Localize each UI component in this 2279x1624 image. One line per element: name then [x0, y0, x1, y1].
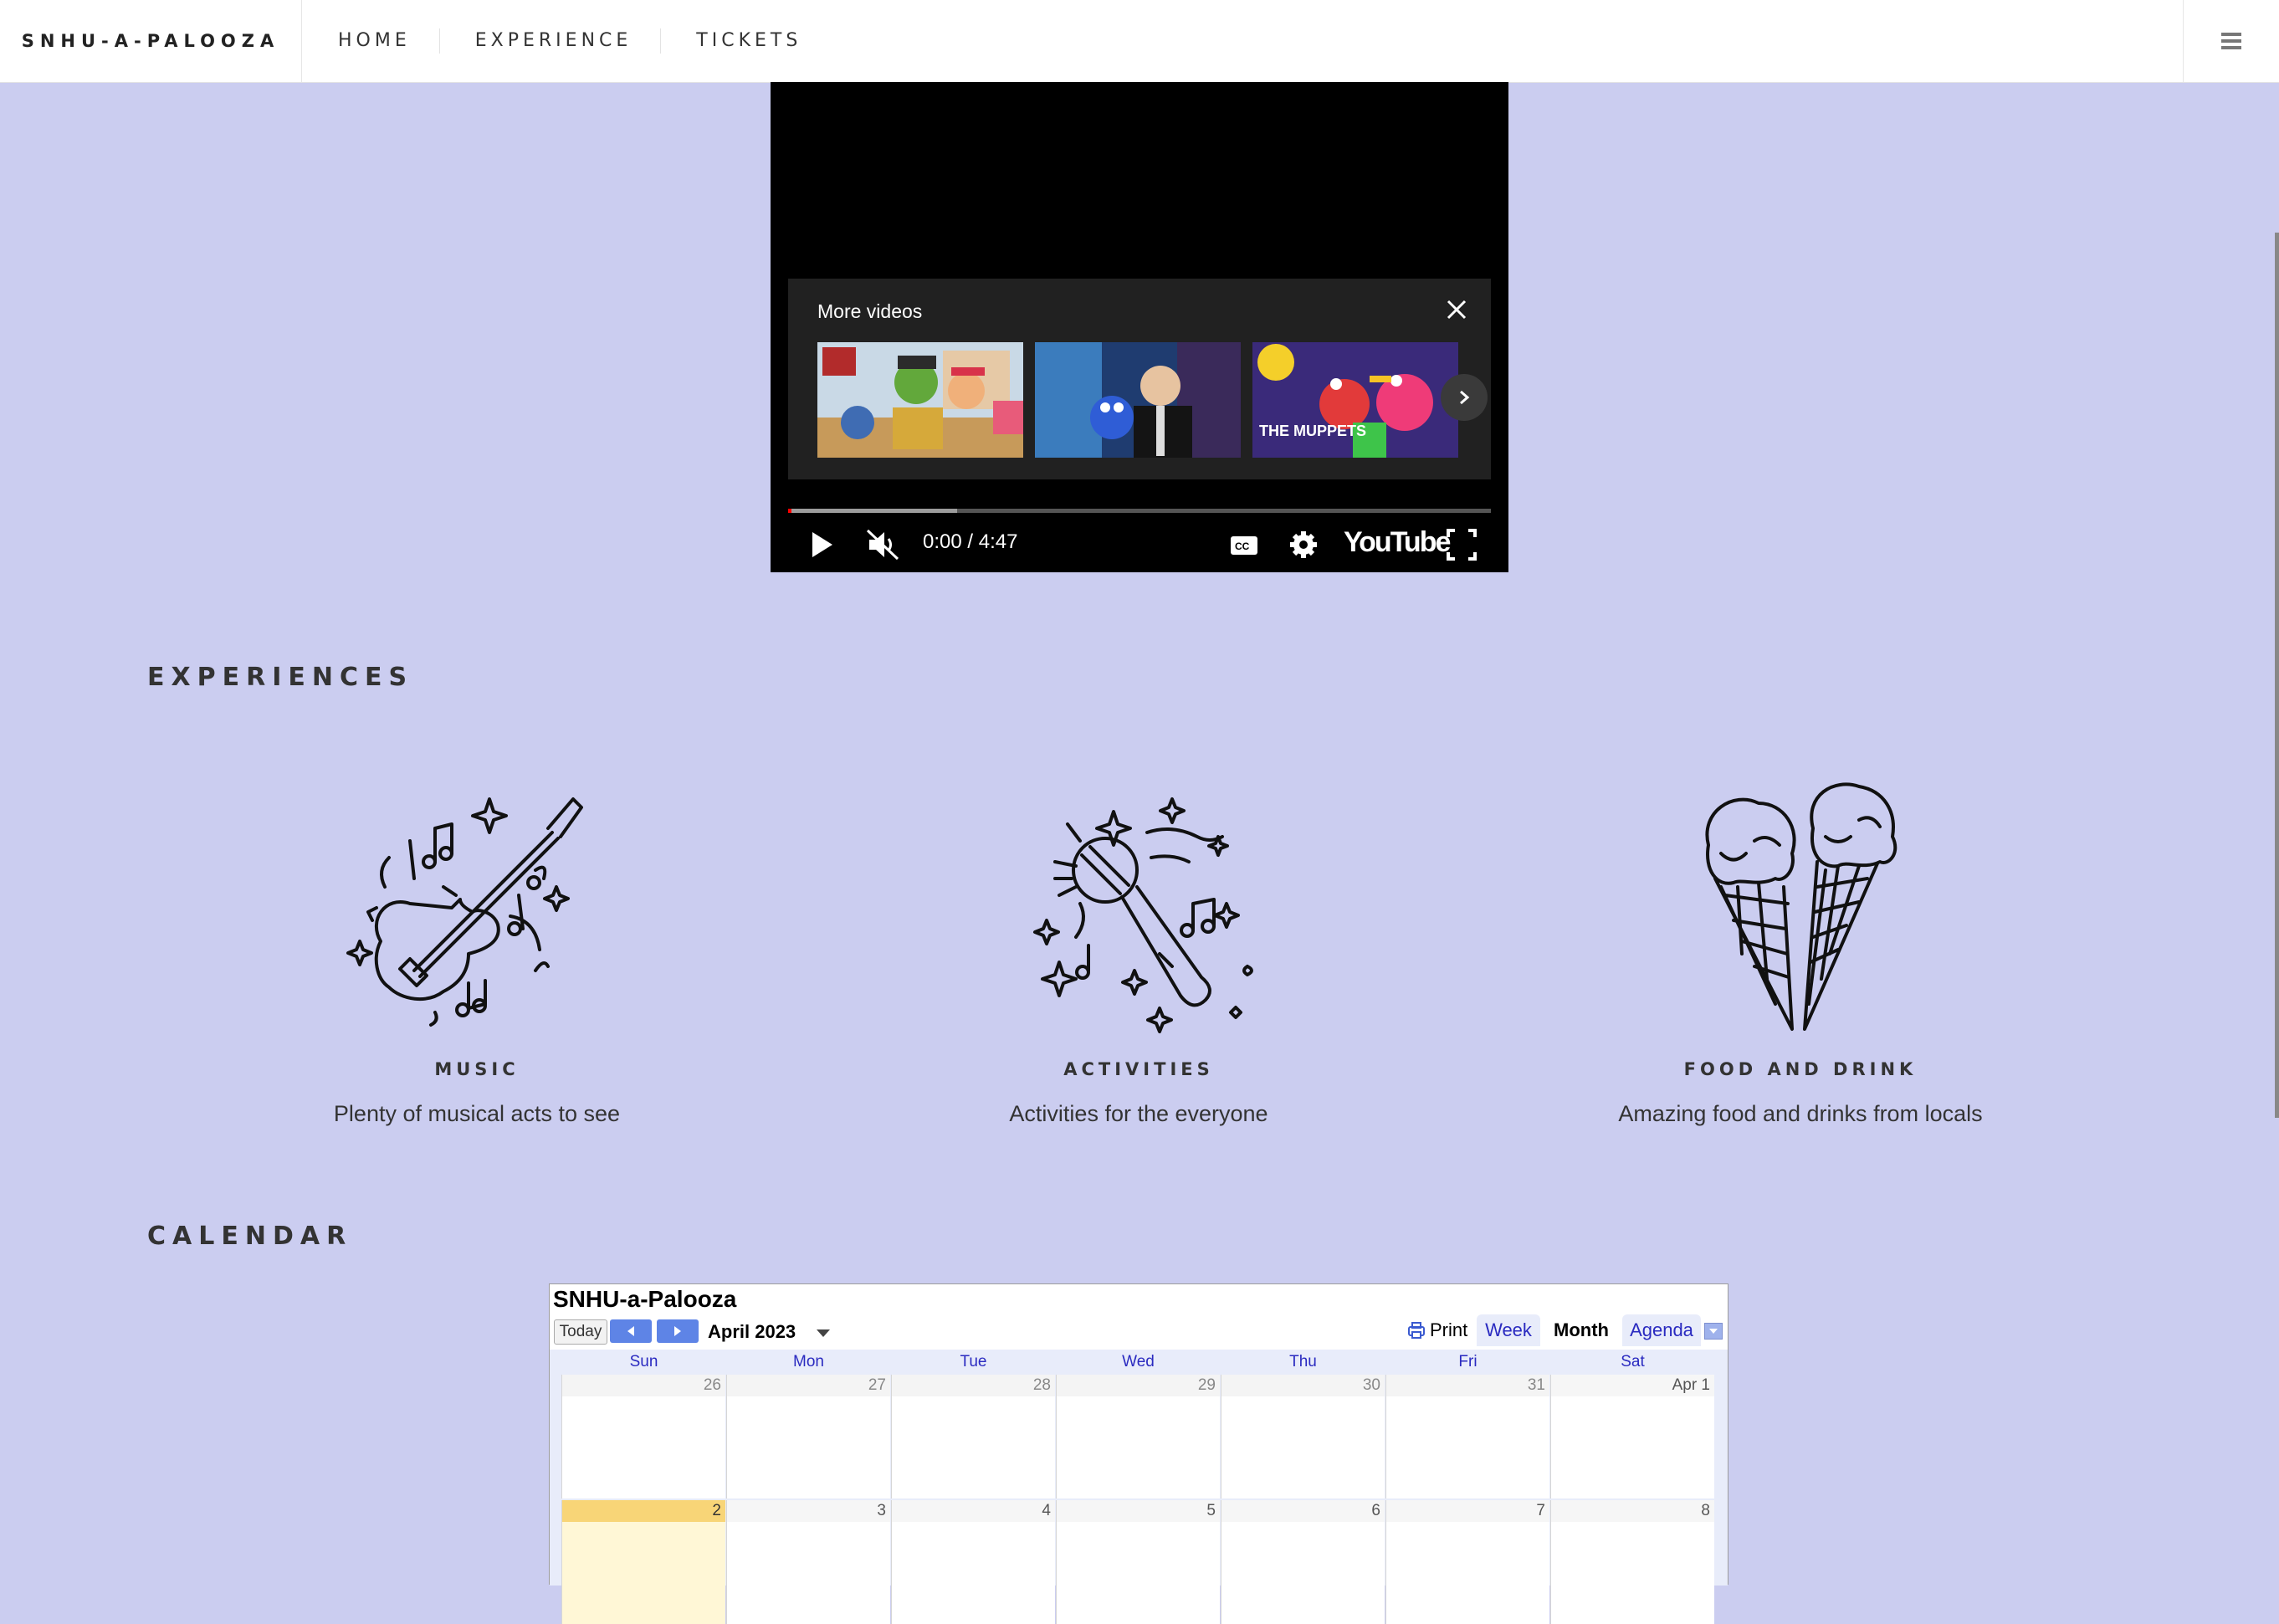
day-cell-today[interactable]: 2: [561, 1500, 725, 1624]
day-cell[interactable]: 4: [891, 1500, 1055, 1624]
print-label: Print: [1430, 1319, 1468, 1340]
day-number: 8: [1551, 1500, 1714, 1522]
experiences-heading: EXPERIENCES: [147, 663, 414, 692]
print-button[interactable]: Print: [1406, 1319, 1467, 1341]
google-calendar-embed: SNHU-a-Palooza Today April 2023 Print We…: [549, 1283, 1728, 1624]
day-number: 29: [1057, 1375, 1220, 1396]
svg-text:CC: CC: [1235, 540, 1250, 552]
day-cell[interactable]: 29: [1056, 1375, 1220, 1498]
ice-cream-icon: [1705, 782, 1897, 1031]
chevron-right-icon: [1460, 390, 1470, 405]
day-number: 4: [892, 1500, 1055, 1522]
experience-desc: Plenty of musical acts to see: [333, 1101, 621, 1126]
menu-button[interactable]: [2183, 0, 2279, 82]
day-cell[interactable]: 27: [726, 1375, 890, 1498]
day-cell[interactable]: 28: [891, 1375, 1055, 1498]
page-scrollbar[interactable]: [2275, 233, 2279, 1118]
calendar-title: SNHU-a-Palooza: [553, 1286, 737, 1312]
mute-icon[interactable]: [864, 525, 903, 568]
settings-gear-icon[interactable]: [1286, 525, 1321, 568]
more-videos-panel: More videos THE MUPPETS: [788, 279, 1491, 479]
calendar-heading: CALENDAR: [147, 1222, 353, 1251]
video-time: 0:00 / 4:47: [923, 530, 1018, 553]
nav-link-home[interactable]: HOME: [303, 28, 439, 54]
day-cell[interactable]: 3: [726, 1500, 890, 1624]
view-menu-icon[interactable]: [1704, 1323, 1723, 1340]
play-icon[interactable]: [806, 525, 839, 568]
day-number: 7: [1386, 1500, 1549, 1522]
fullscreen-icon[interactable]: [1445, 525, 1478, 568]
day-cell[interactable]: 26: [561, 1375, 725, 1498]
video-thumbnail-2[interactable]: [1035, 342, 1241, 458]
site-brand[interactable]: SNHU-A-PALOOZA: [0, 0, 302, 82]
current-month: April 2023: [708, 1321, 796, 1342]
day-cell[interactable]: 30: [1221, 1375, 1385, 1498]
view-tab-agenda[interactable]: Agenda: [1622, 1314, 1701, 1346]
nav-links: HOME EXPERIENCE TICKETS: [303, 0, 830, 82]
day-number: 2: [562, 1500, 725, 1522]
day-cell[interactable]: 7: [1385, 1500, 1549, 1624]
hamburger-icon: [2221, 29, 2241, 53]
day-cell[interactable]: 5: [1056, 1500, 1220, 1624]
day-number: 28: [892, 1375, 1055, 1396]
dow-mon: Mon: [793, 1353, 824, 1370]
youtube-logo[interactable]: YouTube: [1344, 526, 1451, 559]
video-progress-bar[interactable]: [788, 509, 1491, 513]
view-tab-week[interactable]: Week: [1477, 1314, 1540, 1346]
day-cell[interactable]: Apr 1: [1550, 1375, 1714, 1498]
day-number: 30: [1221, 1375, 1385, 1396]
nav-link-tickets[interactable]: TICKETS: [660, 28, 830, 54]
experience-title: FOOD AND DRINK: [1683, 1059, 1918, 1079]
experience-activities: ACTIVITIES Activities for the everyone: [904, 761, 1373, 1127]
day-number: 27: [727, 1375, 890, 1396]
dow-tue: Tue: [960, 1353, 987, 1370]
experience-food-and-drink: FOOD AND DRINK Amazing food and drinks f…: [1566, 761, 2035, 1127]
day-number: 31: [1386, 1375, 1549, 1396]
dow-sat: Sat: [1621, 1353, 1645, 1370]
day-cell[interactable]: 6: [1221, 1500, 1385, 1624]
guitar-icon: [346, 797, 583, 1027]
video-thumbnail-1[interactable]: [817, 342, 1023, 458]
arrow-right-icon: [674, 1326, 681, 1336]
dow-fri: Fri: [1458, 1353, 1478, 1370]
prev-month-button[interactable]: [610, 1319, 652, 1343]
experience-desc: Amazing food and drinks from locals: [1618, 1101, 1983, 1126]
progress-played: [788, 509, 791, 513]
month-dropdown-icon[interactable]: [816, 1328, 831, 1343]
day-cell[interactable]: 8: [1550, 1500, 1714, 1624]
day-number: Apr 1: [1551, 1375, 1714, 1396]
dow-thu: Thu: [1289, 1353, 1317, 1370]
next-videos-button[interactable]: [1441, 374, 1488, 421]
day-number: 5: [1057, 1500, 1220, 1522]
top-navbar: SNHU-A-PALOOZA HOME EXPERIENCE TICKETS: [0, 0, 2279, 83]
dow-wed: Wed: [1122, 1353, 1155, 1370]
progress-buffered: [788, 509, 957, 513]
experience-title: ACTIVITIES: [1063, 1059, 1214, 1079]
experience-desc: Activities for the everyone: [1009, 1101, 1268, 1126]
microphone-icon: [1033, 797, 1253, 1033]
thumb-caption: THE MUPPETS: [1259, 423, 1366, 439]
experience-music: MUSIC Plenty of musical acts to see: [243, 761, 711, 1127]
close-icon[interactable]: [1446, 299, 1467, 325]
dow-sun: Sun: [629, 1353, 658, 1370]
more-videos-title: More videos: [817, 300, 923, 322]
today-button[interactable]: Today: [554, 1319, 607, 1345]
day-number: 6: [1221, 1500, 1385, 1522]
captions-icon[interactable]: CC: [1227, 525, 1261, 568]
next-month-button[interactable]: [657, 1319, 699, 1343]
youtube-player[interactable]: More videos THE MUPPETS 0:00 / 4:47 CC Y…: [771, 82, 1508, 572]
printer-icon: [1408, 1322, 1425, 1339]
day-number: 26: [562, 1375, 725, 1396]
nav-link-experience[interactable]: EXPERIENCE: [438, 28, 661, 54]
day-cell[interactable]: 31: [1385, 1375, 1549, 1498]
experience-title: MUSIC: [434, 1059, 520, 1079]
day-number: 3: [727, 1500, 890, 1522]
video-thumbnail-3[interactable]: THE MUPPETS: [1252, 342, 1458, 458]
arrow-left-icon: [627, 1326, 634, 1336]
view-tab-month[interactable]: Month: [1545, 1314, 1617, 1346]
